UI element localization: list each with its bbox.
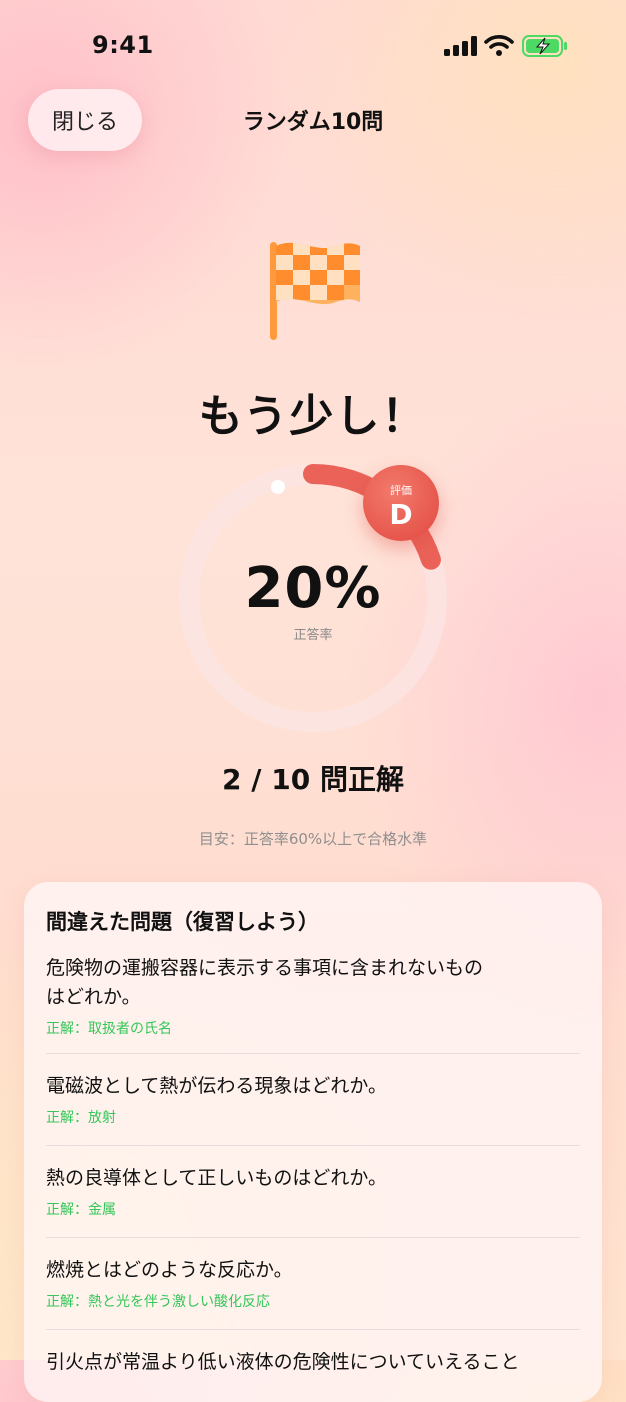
accuracy-percent: 20% bbox=[244, 556, 382, 621]
list-item[interactable]: 燃焼とはどのような反応か。 正解：熱と光を伴う激しい酸化反応 bbox=[46, 1256, 580, 1311]
mistakes-title: 間違えた問題（復習しよう） bbox=[46, 910, 319, 934]
page-title: ランダム10問 bbox=[242, 110, 384, 135]
grade-label: 評価 bbox=[390, 484, 412, 497]
question-text: 危険物の運搬容器に表示する事項に含まれないもの はどれか。 bbox=[46, 957, 484, 1008]
score-text: 2 / 10 問正解 bbox=[222, 763, 404, 796]
divider bbox=[46, 1329, 580, 1330]
accuracy-label: 正答率 bbox=[293, 628, 333, 643]
divider bbox=[46, 1053, 580, 1054]
correct-answer: 正解：取扱者の氏名 bbox=[46, 1021, 172, 1037]
question-text: 燃焼とはどのような反応か。 bbox=[46, 1259, 293, 1281]
divider bbox=[46, 1145, 580, 1146]
cellular-signal-icon bbox=[444, 36, 477, 56]
status-bar: 9:41 bbox=[0, 0, 626, 92]
mistakes-card: 間違えた問題（復習しよう） 危険物の運搬容器に表示する事項に含まれないもの はど… bbox=[24, 882, 602, 1402]
correct-answer: 正解：放射 bbox=[46, 1110, 116, 1126]
list-item[interactable]: 引火点が常温より低い液体の危険性についていえること bbox=[46, 1348, 580, 1377]
correct-answer: 正解：熱と光を伴う激しい酸化反応 bbox=[46, 1294, 270, 1310]
battery-charging-icon bbox=[522, 35, 567, 57]
list-item[interactable]: 電磁波として熱が伝わる現象はどれか。 正解：放射 bbox=[46, 1072, 580, 1127]
question-text: 引火点が常温より低い液体の危険性についていえること bbox=[46, 1351, 520, 1373]
grade-badge: 評価 D bbox=[363, 465, 439, 541]
question-text: 熱の良導体として正しいものはどれか。 bbox=[46, 1167, 388, 1189]
correct-answer: 正解：金属 bbox=[46, 1202, 116, 1218]
list-item[interactable]: 危険物の運搬容器に表示する事項に含まれないもの はどれか。 正解：取扱者の氏名 bbox=[46, 954, 580, 1038]
divider bbox=[46, 1237, 580, 1238]
list-item[interactable]: 熱の良導体として正しいものはどれか。 正解：金属 bbox=[46, 1164, 580, 1219]
checkered-flag-icon bbox=[270, 242, 360, 340]
pass-hint: 目安：正答率60%以上で合格水準 bbox=[198, 830, 428, 848]
question-text: 電磁波として熱が伝わる現象はどれか。 bbox=[46, 1075, 388, 1097]
grade-value: D bbox=[389, 498, 413, 531]
result-headline: もう少し！ bbox=[198, 391, 428, 442]
status-time: 9:41 bbox=[92, 31, 154, 59]
wifi-icon bbox=[484, 35, 514, 56]
ring-start-dot bbox=[271, 480, 285, 494]
